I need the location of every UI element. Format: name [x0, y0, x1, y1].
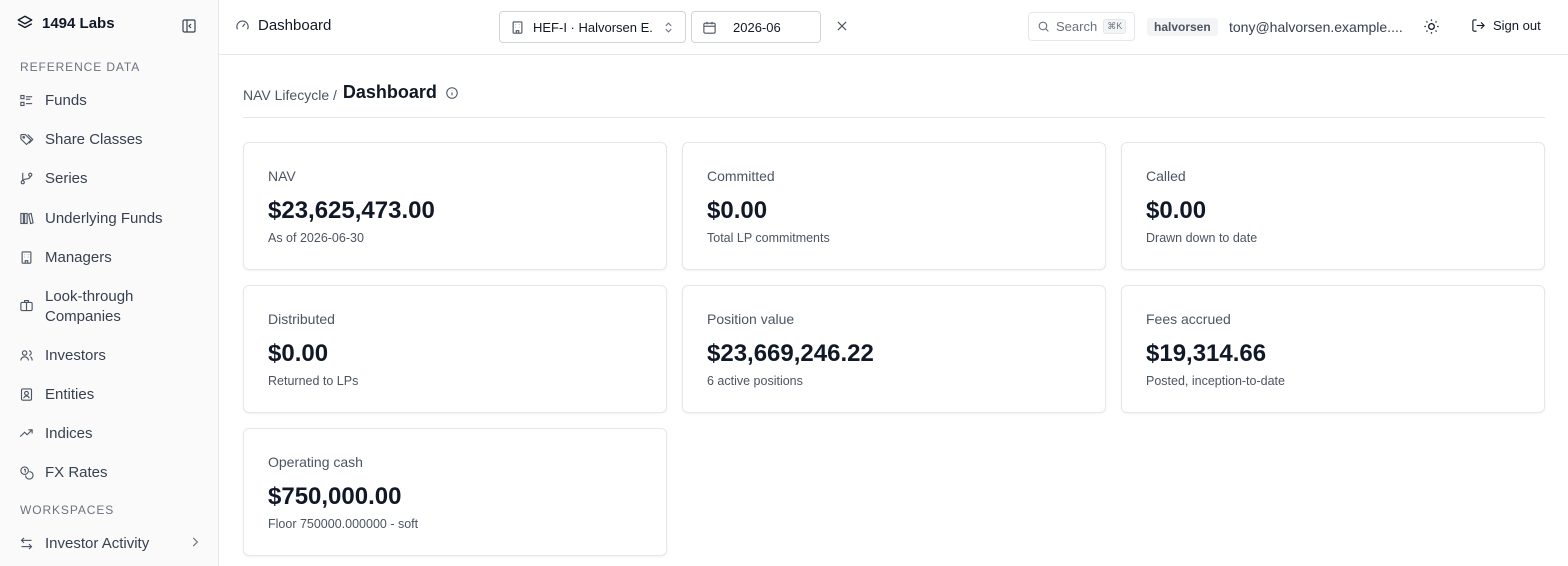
kpi-subtext: Posted, inception-to-date [1146, 374, 1285, 388]
topbar-title: Dashboard [235, 17, 331, 34]
kpi-label: Fees accrued [1146, 311, 1231, 327]
sidebar-item-series[interactable]: Series [19, 169, 88, 189]
sidebar-item-fx-rates[interactable]: FX Rates [19, 463, 108, 483]
topbar-title-text: Dashboard [258, 17, 332, 34]
kpi-subtext: Drawn down to date [1146, 231, 1258, 245]
section-label-workspaces: WORKSPACES [20, 503, 115, 517]
kpi-card-nav: NAV $23,625,473.00 As of 2026-06-30 [243, 142, 667, 270]
sidebar-item-label: Investors [45, 347, 106, 364]
git-branch-icon [19, 171, 34, 186]
breadcrumb: NAV Lifecycle / Dashboard [243, 82, 459, 103]
sidebar-item-investors[interactable]: Investors [19, 346, 106, 366]
sign-out-label: Sign out [1493, 18, 1541, 33]
kpi-subtext: As of 2026-06-30 [268, 231, 364, 245]
library-icon [19, 211, 34, 226]
brand-name: 1494 Labs [42, 14, 115, 32]
briefcase-icon [19, 298, 34, 313]
kpi-value: $0.00 [1146, 197, 1207, 224]
kpi-label: NAV [268, 168, 296, 184]
sidebar-item-label: Look-through Companies [45, 288, 134, 325]
trending-up-icon [19, 426, 34, 441]
sidebar-item-label: Share Classes [45, 131, 143, 148]
arrow-left-right-icon [19, 536, 34, 551]
kpi-card-distributed: Distributed $0.00 Returned to LPs [243, 285, 667, 413]
breadcrumb-parent[interactable]: NAV Lifecycle / [243, 87, 337, 103]
user-email: tony@halvorsen.example.... [1229, 19, 1403, 35]
sidebar-item-entities[interactable]: Entities [19, 385, 94, 405]
sidebar-item-indices[interactable]: Indices [19, 424, 93, 444]
kpi-subtext: Floor 750000.000000 - soft [268, 517, 419, 531]
sidebar-toggle-icon[interactable] [180, 17, 198, 35]
log-out-icon [1471, 18, 1486, 33]
kpi-card-committed: Committed $0.00 Total LP commitments [682, 142, 1106, 270]
sidebar-item-label: Investor Activity [45, 535, 150, 552]
coins-icon [19, 465, 34, 480]
calendar-icon [702, 20, 717, 35]
kpi-label: Called [1146, 168, 1186, 184]
sidebar-item-label: Series [45, 170, 88, 187]
sidebar: 1494 Labs REFERENCE DATA Funds Share Cla… [0, 0, 219, 566]
sidebar-item-label: Entities [45, 386, 95, 403]
sidebar-item-funds[interactable]: Funds [19, 91, 87, 111]
building-icon [510, 20, 525, 35]
chevrons-up-down-icon [662, 21, 675, 34]
kpi-card-position-value: Position value $23,669,246.22 6 active p… [682, 285, 1106, 413]
period-value: 2026-06 [733, 19, 781, 35]
kpi-value: $19,314.66 [1146, 340, 1267, 367]
kpi-value: $23,669,246.22 [707, 340, 874, 367]
fund-select-value: HEF-I · Halvorsen E... [533, 19, 654, 35]
kpi-value: $23,625,473.00 [268, 197, 435, 224]
divider [243, 117, 1545, 118]
search-input[interactable]: Search ⌘K [1028, 12, 1135, 41]
layers-icon [16, 14, 34, 32]
sidebar-item-label: Managers [45, 249, 112, 266]
sun-icon[interactable] [1423, 18, 1441, 36]
kpi-label: Position value [707, 311, 795, 327]
kpi-subtext: Total LP commitments [707, 231, 830, 245]
clear-period-icon[interactable] [835, 19, 849, 33]
kpi-label: Committed [707, 168, 775, 184]
building-icon [19, 250, 34, 265]
sidebar-item-share-classes[interactable]: Share Classes [19, 130, 143, 150]
sidebar-item-label: Underlying Funds [45, 210, 163, 227]
period-input[interactable]: 2026-06 [691, 11, 821, 43]
kpi-value: $750,000.00 [268, 483, 402, 510]
tenant-badge: halvorsen [1147, 18, 1218, 36]
sidebar-item-managers[interactable]: Managers [19, 248, 112, 268]
list-icon [19, 93, 34, 108]
page-title: Dashboard [342, 82, 437, 102]
fund-select[interactable]: HEF-I · Halvorsen E... [499, 11, 686, 43]
sidebar-item-underlying-funds[interactable]: Underlying Funds [19, 209, 163, 229]
sidebar-item-label: FX Rates [45, 464, 108, 481]
info-icon[interactable] [445, 86, 459, 100]
sidebar-item-label: Indices [45, 425, 93, 442]
topbar: Dashboard HEF-I · Halvorsen E... 2026-06… [219, 0, 1568, 55]
kpi-value: $0.00 [707, 197, 768, 224]
chevron-right-icon[interactable] [188, 535, 202, 549]
tags-icon [19, 132, 34, 147]
section-label-reference-data: REFERENCE DATA [20, 60, 141, 74]
users-icon [19, 348, 34, 363]
kpi-value: $0.00 [268, 340, 329, 367]
kpi-card-fees-accrued: Fees accrued $19,314.66 Posted, inceptio… [1121, 285, 1545, 413]
sign-out-button[interactable]: Sign out [1471, 18, 1541, 33]
kpi-card-called: Called $0.00 Drawn down to date [1121, 142, 1545, 270]
kpi-subtext: Returned to LPs [268, 374, 359, 388]
search-placeholder: Search [1056, 19, 1098, 34]
sidebar-item-label: Funds [45, 92, 87, 109]
kpi-label: Distributed [268, 311, 335, 327]
brand[interactable]: 1494 Labs [16, 14, 115, 32]
kpi-card-operating-cash: Operating cash $750,000.00 Floor 750000.… [243, 428, 667, 556]
sidebar-item-look-through-companies[interactable]: Look-through Companies [19, 287, 159, 327]
search-shortcut: ⌘K [1103, 19, 1127, 34]
sidebar-item-investor-activity[interactable]: Investor Activity [19, 534, 149, 554]
kpi-subtext: 6 active positions [707, 374, 803, 388]
gauge-icon [235, 18, 250, 33]
kpi-label: Operating cash [268, 454, 363, 470]
contact-icon [19, 387, 34, 402]
search-icon [1037, 20, 1050, 33]
